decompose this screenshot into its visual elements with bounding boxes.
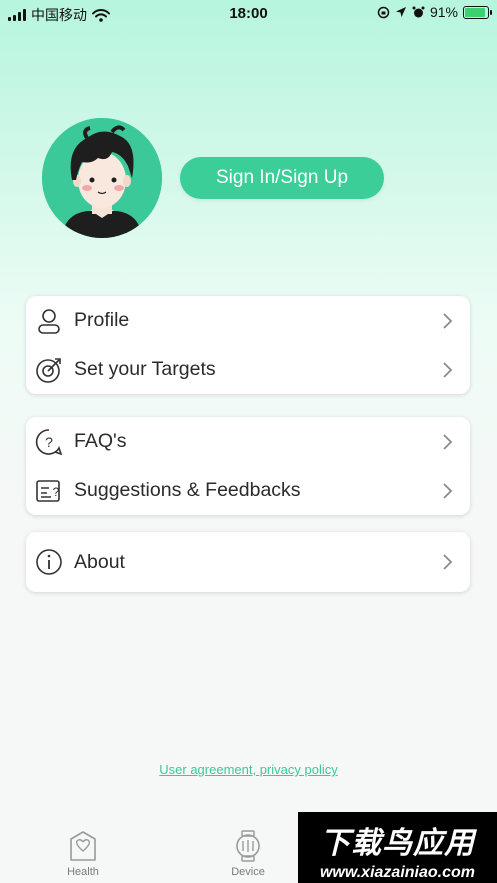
menu-item-faq[interactable]: ? FAQ's xyxy=(26,417,470,466)
svg-text:?: ? xyxy=(45,434,53,450)
battery-icon xyxy=(463,5,492,19)
status-bar: 中国移动 18:00 91% xyxy=(0,0,497,26)
watermark: 下载鸟应用 www.xiazainiao.com xyxy=(298,812,497,883)
tab-label: Device xyxy=(231,866,265,878)
location-icon xyxy=(395,7,406,17)
chevron-right-icon xyxy=(443,483,453,499)
sign-in-button[interactable]: Sign In/Sign Up xyxy=(180,157,384,199)
menu-card-support: ? FAQ's ? Suggestions & Feedbacks xyxy=(26,417,470,515)
chevron-right-icon xyxy=(443,554,453,570)
menu-card-about: About xyxy=(26,532,470,592)
rotation-lock-icon xyxy=(377,6,390,18)
tab-label: Health xyxy=(67,866,99,878)
chevron-right-icon xyxy=(443,362,453,378)
chevron-right-icon xyxy=(443,313,453,329)
menu-item-label: About xyxy=(74,550,125,573)
menu-card-account: Profile Set your Targets xyxy=(26,296,470,394)
tab-device[interactable]: Device xyxy=(208,830,288,878)
menu-item-about[interactable]: About xyxy=(26,532,470,592)
info-icon xyxy=(36,549,62,575)
watch-icon xyxy=(236,830,260,862)
menu-item-label: FAQ's xyxy=(74,430,127,452)
menu-item-suggestions[interactable]: ? Suggestions & Feedbacks xyxy=(26,466,470,515)
alarm-icon xyxy=(412,6,425,17)
menu-item-label: Suggestions & Feedbacks xyxy=(74,479,301,501)
question-icon: ? xyxy=(35,429,63,456)
menu-item-set-targets[interactable]: Set your Targets xyxy=(26,345,470,394)
watermark-title: 下载鸟应用 xyxy=(320,827,475,860)
tab-health[interactable]: Health xyxy=(43,830,123,878)
avatar-illustration xyxy=(42,118,162,238)
target-icon xyxy=(36,358,61,383)
feedback-icon: ? xyxy=(36,480,60,502)
menu-item-profile[interactable]: Profile xyxy=(26,296,470,345)
chevron-right-icon xyxy=(443,434,453,450)
avatar[interactable] xyxy=(42,118,162,238)
menu-item-label: Set your Targets xyxy=(74,358,216,380)
user-icon xyxy=(38,309,60,334)
battery-percent: 91% xyxy=(429,4,458,20)
menu-item-label: Profile xyxy=(74,309,130,331)
legal-link[interactable]: User agreement, privacy policy xyxy=(0,762,497,777)
svg-text:?: ? xyxy=(53,485,60,499)
watermark-url: www.xiazainiao.com xyxy=(319,864,475,881)
heart-shield-icon xyxy=(70,831,96,861)
